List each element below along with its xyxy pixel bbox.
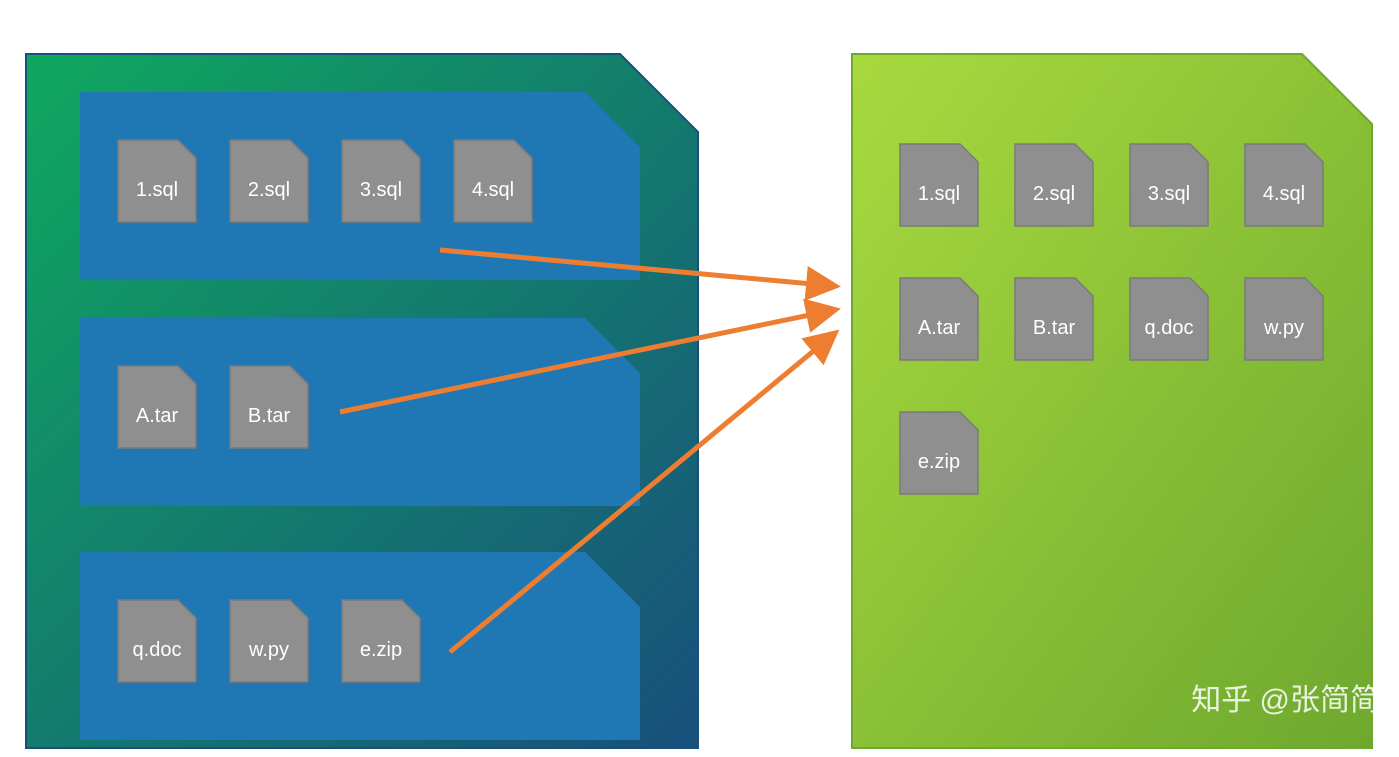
left-file-0-0-label: 1.sql <box>136 179 178 201</box>
right-file-1-0-label: A.tar <box>918 317 961 339</box>
right-file-0-0-label: 1.sql <box>918 183 960 205</box>
right-file-2-0-label: e.zip <box>918 451 960 473</box>
left-file-2-2-label: e.zip <box>360 639 402 661</box>
left-file-0-2-label: 3.sql <box>360 179 402 201</box>
left-file-2-1-label: w.py <box>248 639 289 661</box>
left-file-0-1-label: 2.sql <box>248 179 290 201</box>
right-file-1-1-label: B.tar <box>1033 317 1076 339</box>
right-file-0-3-label: 4.sql <box>1263 183 1305 205</box>
right-file-1-2-label: q.doc <box>1145 317 1194 339</box>
right-file-1-3-label: w.py <box>1263 317 1304 339</box>
left-file-1-1-label: B.tar <box>248 405 291 427</box>
right-file-0-2-label: 3.sql <box>1148 183 1190 205</box>
watermark-text: 知乎 @张简简 <box>1191 684 1380 717</box>
diagram-canvas: 1.sql 2.sql 3.sql 4.sql A.tar B.tar q.doc w.py e… <box>0 0 1399 757</box>
right-file-0-1-label: 2.sql <box>1033 183 1075 205</box>
left-file-2-0-label: q.doc <box>133 639 182 661</box>
left-file-0-3-label: 4.sql <box>472 179 514 201</box>
left-file-1-0-label: A.tar <box>136 405 179 427</box>
